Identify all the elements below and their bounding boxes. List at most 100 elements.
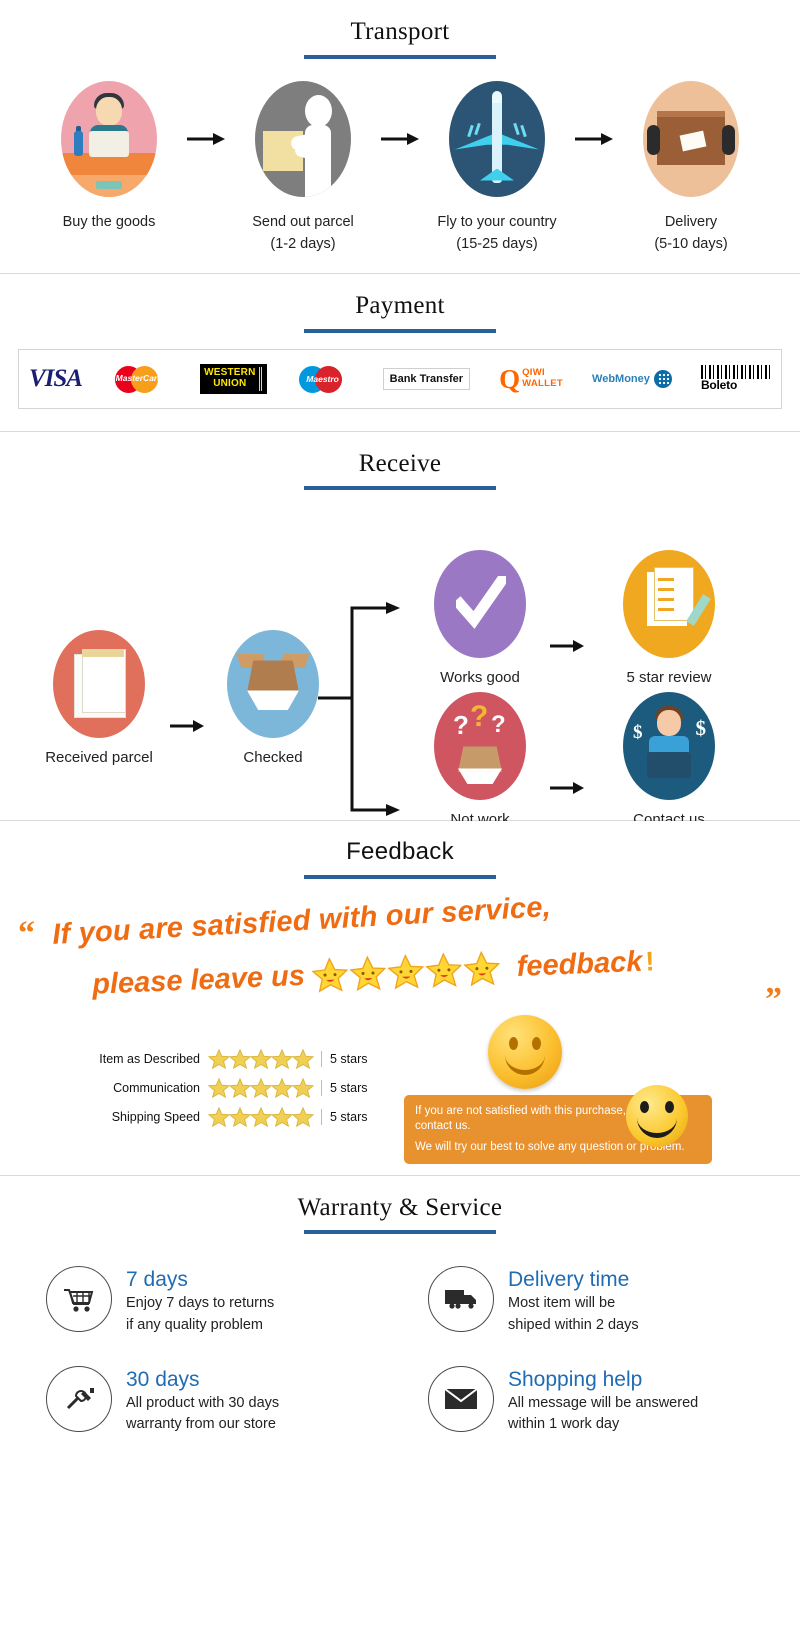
transport-step-label: Send out parcel (1-2 days) [228, 211, 378, 256]
delivery-truck-icon [428, 1266, 494, 1333]
step-title: Delivery [664, 213, 718, 230]
star-icon [250, 1077, 272, 1099]
payment-heading: Payment [0, 274, 800, 333]
quote-open-mark: “ [18, 914, 35, 952]
western-union-line2: UNION [213, 377, 247, 389]
rating-label: Item as Described [99, 1052, 200, 1067]
qiwi-line2: WALLET [522, 377, 563, 389]
transport-step: Fly to your country (15-25 days) [422, 80, 572, 256]
boleto-label: Boleto [700, 378, 738, 393]
step-title: Fly to your country [437, 213, 557, 230]
transport-step: Buy the goods [34, 80, 184, 233]
mastercard-logo: MasterCard [111, 362, 171, 396]
rating-separator [321, 1080, 322, 1097]
bank-transfer-logo: Bank Transfer [382, 362, 471, 396]
card-heading: Shopping help [508, 1367, 643, 1391]
section-title: Feedback [346, 838, 454, 866]
node-label: 5 star review [626, 669, 712, 687]
warranty-card-text: Delivery time Most item will be shiped w… [508, 1266, 639, 1335]
slogan-star-row [310, 950, 501, 994]
arrow-right-icon [545, 588, 589, 704]
opened-box-icon [227, 630, 319, 739]
transport-heading: Transport [0, 0, 800, 59]
review-form-icon [623, 550, 715, 659]
star-icon [208, 1106, 230, 1128]
smiley-face-icon [626, 1084, 688, 1147]
slogan-feedback-word: feedback [516, 945, 643, 983]
seller-ratings-table: Item as Described 5 stars Communication [88, 1045, 368, 1132]
section-title: Transport [350, 18, 450, 45]
payment-section: Payment VISA MasterCard WESTERN UNION Ma… [0, 274, 800, 409]
receive-node-works-good: Works good [405, 550, 555, 686]
card-body-line-2: within 1 work day [508, 1416, 620, 1433]
rating-label: Communication [113, 1081, 200, 1096]
arrow-right-icon [572, 81, 616, 197]
warranty-section: Warranty & Service 7 days Enjoy 7 days t… [0, 1175, 800, 1481]
feedback-slogan: “ If you are satisfied with our service,… [0, 891, 800, 1018]
warranty-cards: 7 days Enjoy 7 days to returns if any qu… [0, 1234, 800, 1481]
rating-stars [208, 1077, 314, 1099]
rating-value: 5 stars [330, 1081, 368, 1096]
card-body-line-2: warranty from our store [126, 1416, 276, 1433]
receive-flow: Received parcel Checked Works good 5 sta… [0, 490, 800, 828]
star-icon [292, 1077, 314, 1099]
slogan-line-2-text: please leave us [91, 959, 306, 1001]
card-body-line-1: Most item will be [508, 1295, 616, 1312]
card-heading: 30 days [126, 1367, 200, 1391]
warranty-card-delivery-time: Delivery time Most item will be shiped w… [400, 1256, 782, 1355]
smiley-face-icon [488, 1014, 562, 1089]
visa-logo: VISA [29, 362, 83, 396]
warranty-card-30-days: 30 days All product with 30 days warrant… [18, 1356, 400, 1455]
slogan-exclamation: ! [644, 945, 655, 976]
rating-row: Item as Described 5 stars [88, 1045, 368, 1074]
receive-node-checked: Checked [198, 630, 348, 766]
card-body-line-2: if any quality problem [126, 1317, 264, 1334]
receive-node-contact-us: $ $ Contact us [594, 692, 744, 828]
transport-section: Transport Buy the goods Send out parcel … [0, 0, 800, 274]
slogan-line-2: please leave us feedback ! [91, 943, 655, 1003]
node-label: Received parcel [45, 749, 153, 767]
bank-transfer-label: Bank Transfer [382, 367, 471, 390]
node-label: Checked [243, 749, 303, 767]
card-body-line-2: shiped within 2 days [508, 1317, 639, 1334]
step-title: Send out parcel [252, 213, 354, 230]
section-title: Warranty & Service [297, 1193, 503, 1221]
visa-label: VISA [29, 364, 83, 392]
rating-separator [321, 1051, 322, 1068]
payment-methods-strip: VISA MasterCard WESTERN UNION Maestro Ba… [18, 348, 782, 409]
card-heading: 7 days [126, 1268, 188, 1292]
warranty-heading: Warranty & Service [0, 1176, 800, 1235]
star-icon [271, 1048, 293, 1070]
western-union-line1: WESTERN [204, 367, 256, 379]
transport-step: Delivery (5-10 days) [616, 80, 766, 256]
question-box-icon: ??? [434, 692, 526, 801]
star-icon [229, 1048, 251, 1070]
rating-separator [321, 1109, 322, 1126]
feedback-section: Feedback “ If you are satisfied with our… [0, 821, 800, 1175]
star-icon [292, 1106, 314, 1128]
checkmark-icon [434, 550, 526, 659]
airplane-icon [449, 80, 545, 197]
rating-value: 5 stars [330, 1110, 368, 1125]
star-icon [208, 1077, 230, 1099]
arrow-right-icon [184, 81, 228, 197]
receive-node-received-parcel: Received parcel [24, 630, 174, 766]
webmoney-globe-icon [653, 369, 672, 388]
section-title: Payment [355, 292, 445, 320]
warranty-card-text: 30 days All product with 30 days warrant… [126, 1366, 279, 1435]
transport-step: Send out parcel (1-2 days) [228, 80, 378, 256]
webmoney-label: WebMoney [592, 372, 650, 385]
receive-node-5-star-review: 5 star review [594, 550, 744, 686]
rating-stars [208, 1106, 314, 1128]
feedback-heading: Feedback [0, 821, 800, 879]
card-body-line-1: All product with 30 days [126, 1394, 280, 1411]
section-title: Receive [358, 449, 442, 477]
card-body-line-1: Enjoy 7 days to returns [126, 1295, 275, 1312]
star-icon [271, 1106, 293, 1128]
qiwi-q-mark: Q [499, 363, 521, 394]
qiwi-line1: QIWI [522, 367, 545, 378]
star-icon [311, 956, 349, 993]
rating-stars [208, 1048, 314, 1070]
rating-value: 5 stars [330, 1052, 368, 1067]
warranty-card-shopping-help: Shopping help All message will be answer… [400, 1356, 782, 1455]
